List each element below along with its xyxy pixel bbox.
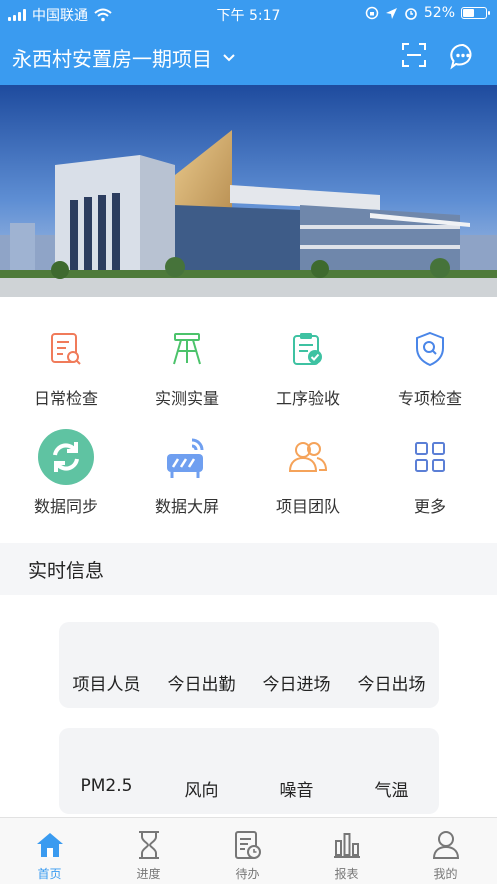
location-icon: [385, 7, 397, 19]
rotation-lock-icon: [365, 6, 379, 20]
menu-item-measurement[interactable]: 实测实量: [125, 319, 249, 409]
menu-item-label: 实测实量: [154, 389, 219, 408]
building-photo: [0, 85, 497, 297]
banner-image[interactable]: [0, 85, 497, 297]
menu-item-label: 数据同步: [33, 497, 98, 516]
menu-item-data-screen[interactable]: 数据大屏: [125, 427, 249, 517]
menu-item-project-team[interactable]: 项目团队: [246, 427, 370, 517]
project-title: 永西村安置房一期项目: [12, 47, 212, 71]
env-label-temperature: 气温: [374, 781, 409, 801]
tab-label: 首页: [37, 867, 62, 881]
clipboard-check-icon: [278, 319, 338, 379]
menu-item-data-sync[interactable]: 数据同步: [4, 427, 128, 517]
tab-todo[interactable]: 待办: [198, 818, 297, 882]
environment-card[interactable]: PM2.5 风向 噪音 气温: [59, 728, 439, 814]
project-selector[interactable]: 永西村安置房一期项目: [12, 43, 236, 72]
menu-item-label: 专项检查: [397, 389, 462, 408]
realtime-info: 项目人员 今日出勤 今日进场 今日出场 PM2.5 风向 噪音 气温: [0, 595, 497, 817]
sync-icon: [36, 427, 96, 487]
home-icon: [0, 828, 99, 862]
hourglass-icon: [99, 828, 198, 862]
status-bar: 中国联通 下午 5:17 52%: [0, 0, 497, 28]
menu-item-daily-inspection[interactable]: 日常检查: [4, 319, 128, 409]
report-icon: [297, 828, 396, 862]
menu-item-label: 日常检查: [33, 389, 98, 408]
section-title: 实时信息: [28, 560, 105, 582]
app-header: 永西村安置房一期项目: [0, 28, 497, 85]
scan-icon[interactable]: [401, 42, 427, 68]
inspection-icon: [36, 319, 96, 379]
env-label-noise: 噪音: [279, 781, 314, 801]
big-screen-icon: [157, 427, 217, 487]
bottom-tab-bar: 首页 进度 待办 报表 我的: [0, 817, 497, 884]
realtime-section-header: 实时信息: [0, 543, 497, 595]
team-icon: [278, 427, 338, 487]
personnel-card[interactable]: 项目人员 今日出勤 今日进场 今日出场: [59, 622, 439, 708]
alarm-icon: [405, 8, 417, 20]
tab-label: 进度: [136, 867, 161, 881]
tab-label: 报表: [334, 867, 359, 881]
stat-label-today-exit: 今日出场: [357, 675, 426, 695]
todo-icon: [198, 828, 297, 862]
menu-item-process-acceptance[interactable]: 工序验收: [246, 319, 370, 409]
menu-item-label: 项目团队: [275, 497, 340, 516]
env-label-wind: 风向: [184, 781, 219, 801]
tab-label: 待办: [235, 867, 260, 881]
shield-search-icon: [400, 319, 460, 379]
feature-menu: 日常检查 实测实量 工序验收 专项检查 数据同步 数据大屏 项目团队 更多: [0, 297, 497, 543]
tab-home[interactable]: 首页: [0, 818, 99, 882]
profile-icon: [396, 828, 495, 862]
tab-label: 我的: [433, 867, 458, 881]
chevron-down-icon: [223, 53, 235, 61]
menu-item-label: 数据大屏: [154, 497, 219, 516]
tripod-icon: [157, 319, 217, 379]
env-label-pm25: PM2.5: [80, 776, 133, 796]
message-icon[interactable]: [449, 42, 477, 70]
tab-profile[interactable]: 我的: [396, 818, 495, 882]
stat-label-today-attendance: 今日出勤: [167, 675, 236, 695]
menu-item-label: 更多: [413, 497, 446, 516]
battery-icon: [461, 7, 490, 19]
stat-label-today-entry: 今日进场: [262, 675, 331, 695]
menu-item-label: 工序验收: [275, 389, 340, 408]
tab-reports[interactable]: 报表: [297, 818, 396, 882]
tab-progress[interactable]: 进度: [99, 818, 198, 882]
menu-item-special-inspection[interactable]: 专项检查: [368, 319, 492, 409]
grid-icon: [400, 427, 460, 487]
battery-percent: 52%: [423, 5, 455, 21]
menu-item-more[interactable]: 更多: [368, 427, 492, 517]
stat-label-project-staff: 项目人员: [72, 675, 141, 695]
